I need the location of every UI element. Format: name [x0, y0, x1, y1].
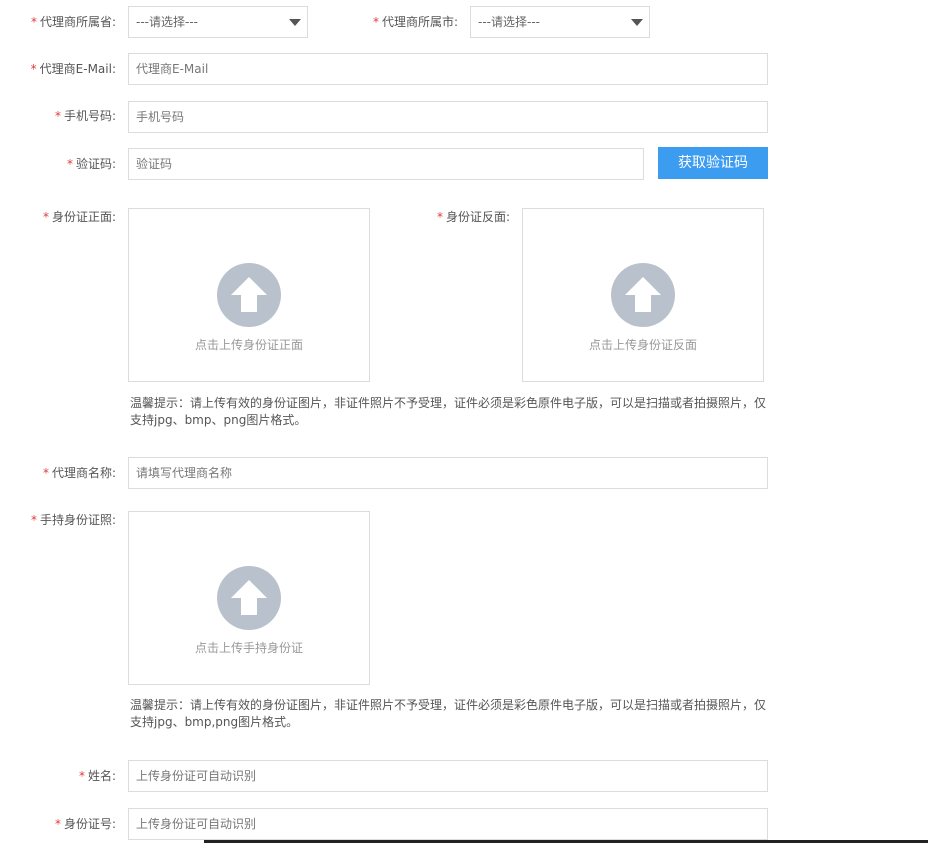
upload-arrow-icon: [217, 566, 281, 630]
id-number-field[interactable]: 上传身份证可自动识别: [128, 808, 768, 840]
required-mark: *: [30, 513, 37, 527]
required-mark: *: [78, 769, 85, 783]
province-label: * 代理商所属省:: [30, 15, 116, 29]
upload-arrow-icon: [611, 263, 675, 327]
province-select[interactable]: ---请选择---: [128, 6, 308, 38]
upload-hint: 温馨提示：请上传有效的身份证图片，非证件照片不予受理，证件必须是彩色原件电子版，…: [130, 396, 767, 427]
city-label: * 代理商所属市:: [372, 15, 458, 29]
required-mark: *: [42, 210, 49, 224]
required-mark: *: [372, 15, 379, 29]
email-label: * 代理商E-Mail:: [30, 62, 116, 76]
id-back-label: * 身份证反面:: [436, 210, 510, 224]
id-front-label: * 身份证正面:: [42, 210, 116, 224]
get-code-button[interactable]: 获取验证码: [658, 147, 768, 179]
required-mark: *: [54, 817, 61, 831]
name-label: * 姓名:: [78, 769, 116, 783]
upload-text: 点击上传身份证正面: [194, 338, 303, 352]
code-field[interactable]: 验证码: [128, 148, 644, 180]
name-field[interactable]: 上传身份证可自动识别: [128, 760, 768, 792]
code-label: * 验证码:: [66, 157, 116, 171]
agent-name-field[interactable]: 请填写代理商名称: [128, 457, 768, 489]
chevron-down-icon: [289, 19, 301, 26]
required-mark: *: [66, 157, 73, 171]
city-select[interactable]: ---请选择---: [470, 6, 650, 38]
required-mark: *: [436, 210, 443, 224]
required-mark: *: [54, 109, 61, 123]
id-back-upload[interactable]: 点击上传身份证反面: [522, 208, 764, 382]
upload-arrow-icon: [217, 263, 281, 327]
upload-text: 点击上传身份证反面: [588, 338, 697, 352]
id-handheld-upload[interactable]: 点击上传手持身份证: [128, 511, 370, 685]
id-handheld-label: * 手持身份证照:: [30, 513, 116, 527]
id-number-label: * 身份证号:: [54, 817, 116, 831]
phone-field[interactable]: 手机号码: [128, 101, 768, 133]
id-front-upload[interactable]: 点击上传身份证正面: [128, 208, 370, 382]
agent-name-label: * 代理商名称:: [42, 466, 116, 480]
upload-hint: 温馨提示：请上传有效的身份证图片，非证件照片不予受理，证件必须是彩色原件电子版，…: [130, 698, 767, 729]
required-mark: *: [42, 466, 49, 480]
required-mark: *: [30, 62, 37, 76]
required-mark: *: [30, 15, 37, 29]
upload-text: 点击上传手持身份证: [194, 641, 303, 655]
phone-label: * 手机号码:: [54, 109, 116, 123]
email-field[interactable]: 代理商E-Mail: [128, 53, 768, 85]
chevron-down-icon: [631, 19, 643, 26]
